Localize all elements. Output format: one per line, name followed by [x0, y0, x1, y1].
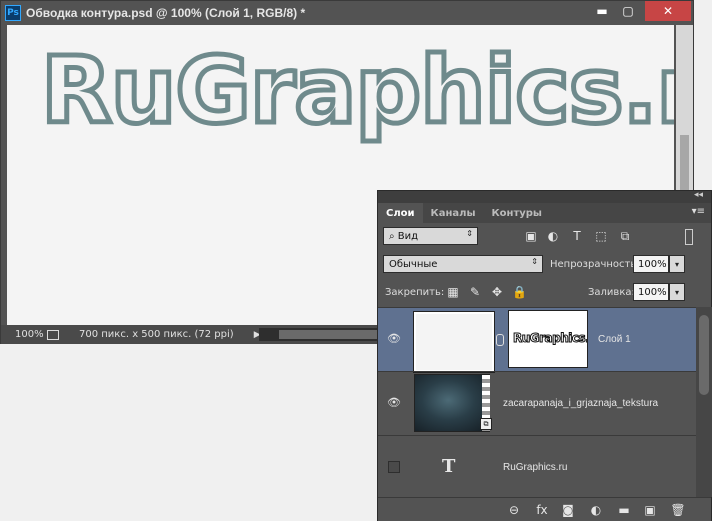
link-layers-icon[interactable]: ⊖: [506, 502, 522, 518]
filter-toggle-switch[interactable]: [685, 229, 693, 245]
add-mask-icon[interactable]: ◙: [560, 502, 576, 518]
export-icon[interactable]: [47, 329, 59, 340]
shape-filter-icon[interactable]: ⬚: [594, 229, 608, 243]
layer-name[interactable]: Слой 1: [598, 334, 631, 345]
collapse-panel-icon[interactable]: ◂◂: [694, 190, 703, 200]
filter-row: ⌕ Вид ⇕ ▣ ◐ T ⬚ ⧉: [378, 225, 711, 249]
blend-mode-value: Обычные: [389, 258, 438, 270]
mask-thumbnail-text: RuGraphics.ru: [513, 331, 587, 346]
layer-name[interactable]: RuGraphics.ru: [503, 462, 567, 473]
panel-header-bar[interactable]: ◂◂: [378, 190, 711, 203]
blend-row: Обычные ⇕ Непрозрачность: 100% ▾: [378, 253, 711, 277]
opacity-input[interactable]: 100%: [633, 255, 669, 273]
fx-icon[interactable]: fx: [534, 502, 550, 518]
mask-link-chain-icon[interactable]: [496, 334, 504, 346]
lock-image-icon[interactable]: ✎: [468, 285, 482, 299]
zoom-level[interactable]: 100%: [1, 329, 44, 340]
layer-thumbnail[interactable]: [414, 312, 494, 372]
visibility-toggle-off[interactable]: [388, 461, 400, 473]
maximize-button[interactable]: ▢: [613, 1, 643, 21]
visibility-eye-icon[interactable]: 👁: [387, 396, 401, 410]
title-bar[interactable]: Ps Обводка контура.psd @ 100% (Слой 1, R…: [1, 1, 693, 24]
layer-row-selected[interactable]: 👁 RuGraphics.ru Слой 1: [378, 307, 696, 372]
layer-row[interactable]: T RuGraphics.ru: [378, 435, 696, 497]
layers-panel: ◂◂ Слои Каналы Контуры ▾≡ ⌕ Вид ⇕ ▣ ◐ T …: [377, 190, 712, 521]
tab-layers[interactable]: Слои: [378, 203, 423, 223]
new-layer-icon[interactable]: ▣: [642, 502, 658, 518]
vertical-scroll-thumb[interactable]: [680, 135, 689, 195]
dropdown-arrow-icon: ⇕: [531, 257, 538, 266]
lock-row: Закрепить: ▦ ✎ ✥ 🔒 Заливка: 100% ▾: [378, 281, 711, 305]
tab-paths[interactable]: Контуры: [484, 203, 550, 223]
photoshop-logo-icon: Ps: [5, 4, 21, 21]
document-title: Обводка контура.psd @ 100% (Слой 1, RGB/…: [26, 5, 306, 20]
new-group-icon[interactable]: ▬: [616, 502, 632, 518]
layer-name[interactable]: zacarapanaja_i_grjaznaja_tekstura: [503, 398, 658, 409]
layers-scrollbar[interactable]: [696, 307, 712, 497]
layer-row[interactable]: 👁 ⧉ zacarapanaja_i_grjaznaja_tekstura: [378, 371, 696, 435]
lock-transparent-icon[interactable]: ▦: [446, 285, 460, 299]
layers-list: 👁 RuGraphics.ru Слой 1 👁 ⧉ zacarapanaja_…: [378, 307, 696, 497]
trash-icon[interactable]: 🗑: [670, 502, 686, 518]
filter-kind-label: ⌕ Вид: [389, 230, 419, 242]
layer-mask-thumbnail[interactable]: RuGraphics.ru: [508, 310, 588, 368]
close-button[interactable]: ✕: [645, 1, 691, 21]
canvas-artwork-text: RuGraphics.ru: [38, 37, 674, 144]
layers-scroll-thumb[interactable]: [699, 315, 709, 395]
lock-all-icon[interactable]: 🔒: [512, 285, 527, 299]
fill-label: Заливка:: [588, 287, 635, 298]
fill-input[interactable]: 100%: [633, 283, 669, 301]
panel-menu-icon[interactable]: ▾≡: [692, 206, 705, 217]
type-layer-icon: T: [442, 456, 456, 477]
smart-object-badge-icon: ⧉: [480, 418, 492, 430]
tab-channels[interactable]: Каналы: [423, 203, 484, 223]
opacity-dropdown-icon[interactable]: ▾: [669, 255, 685, 273]
dropdown-arrow-icon: ⇕: [466, 229, 473, 238]
type-filter-icon[interactable]: T: [570, 229, 584, 243]
document-info: 700 пикс. x 500 пикс. (72 ppi): [79, 329, 234, 340]
fill-dropdown-icon[interactable]: ▾: [669, 283, 685, 301]
filter-kind-select[interactable]: ⌕ Вид ⇕: [383, 227, 478, 245]
adjustment-filter-icon[interactable]: ◐: [546, 229, 560, 243]
lock-position-icon[interactable]: ✥: [490, 285, 504, 299]
image-filter-icon[interactable]: ▣: [524, 229, 538, 243]
horizontal-scroll-thumb[interactable]: [279, 330, 389, 339]
opacity-label: Непрозрачность:: [550, 259, 640, 270]
adjustment-layer-icon[interactable]: ◐: [588, 502, 604, 518]
layer-thumbnail[interactable]: [414, 374, 490, 432]
lock-label: Закрепить:: [385, 287, 445, 298]
visibility-eye-icon[interactable]: 👁: [387, 332, 401, 346]
blend-mode-select[interactable]: Обычные ⇕: [383, 255, 543, 273]
smartobject-filter-icon[interactable]: ⧉: [618, 229, 632, 243]
panel-tabs: Слои Каналы Контуры ▾≡: [378, 203, 711, 223]
panel-footer: ⊖ fx ◙ ◐ ▬ ▣ 🗑: [378, 497, 711, 521]
